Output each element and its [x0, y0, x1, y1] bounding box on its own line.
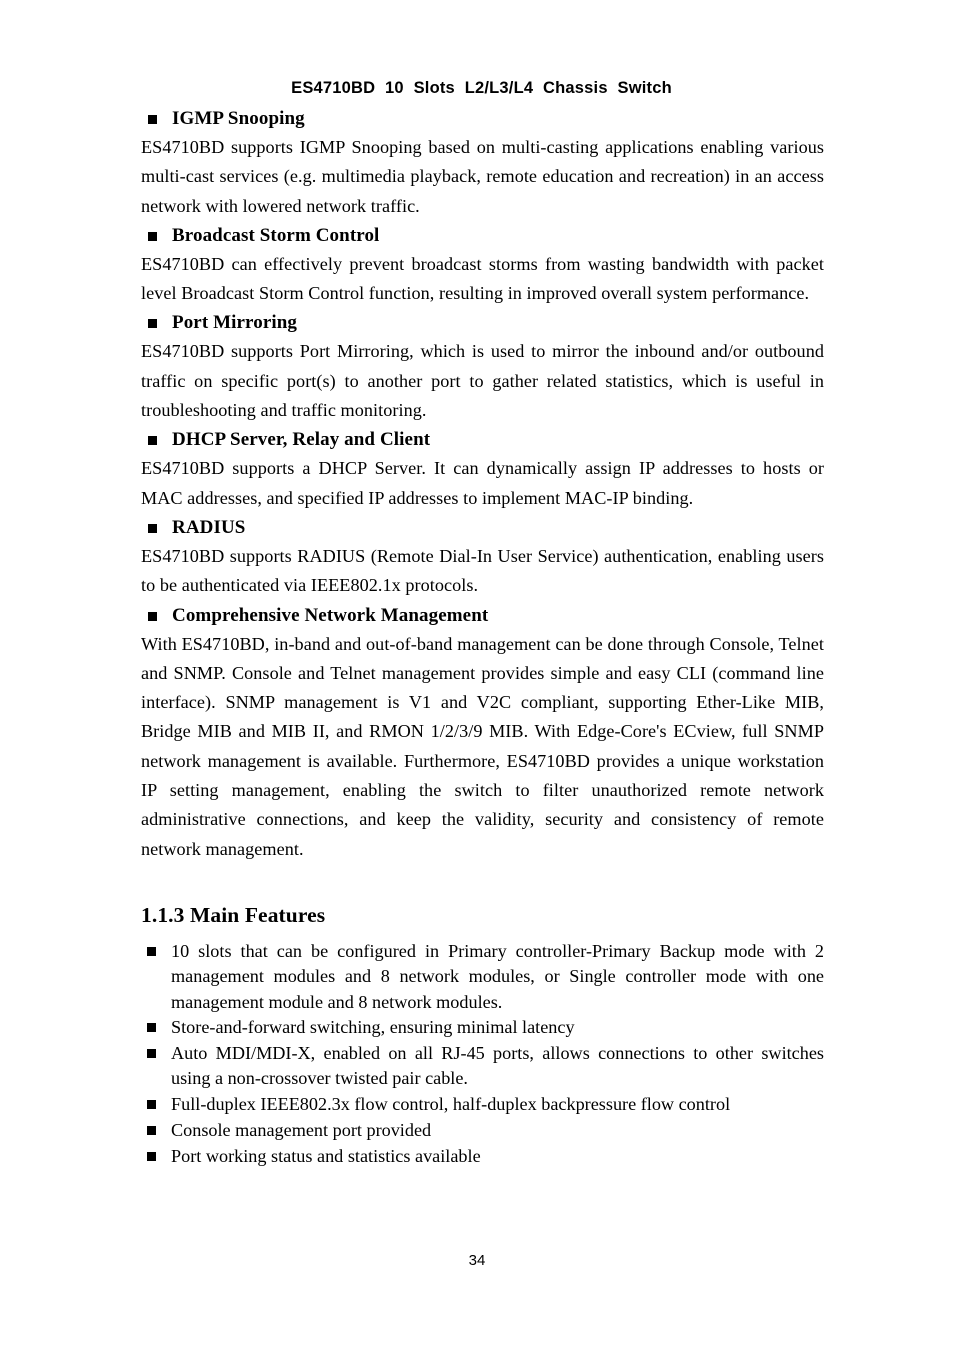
main-features-list: 10 slots that can be configured in Prima… — [141, 939, 824, 1169]
square-bullet-icon — [147, 1100, 156, 1110]
square-bullet-icon — [147, 1023, 156, 1033]
feature-heading-broadcast-storm-control: Broadcast Storm Control — [141, 221, 824, 250]
square-bullet-icon — [148, 319, 157, 329]
square-bullet-icon — [147, 1049, 156, 1059]
feature-heading-label: DHCP Server, Relay and Client — [172, 429, 431, 451]
feature-body-igmp-snooping: ES4710BD supports IGMP Snooping based on… — [141, 137, 824, 216]
feature-heading-comprehensive-network-management: Comprehensive Network Management — [141, 601, 824, 630]
list-item-label: 10 slots that can be configured in Prima… — [171, 940, 824, 1012]
square-bullet-icon — [148, 115, 157, 124]
feature-heading-port-mirroring: Port Mirroring — [141, 308, 824, 337]
square-bullet-icon — [147, 1151, 156, 1161]
feature-heading-radius: RADIUS — [141, 513, 824, 542]
square-bullet-icon — [148, 611, 157, 621]
running-header: ES4710BD 10 Slots L2/L3/L4 Chassis Switc… — [291, 79, 672, 97]
feature-heading-igmp-snooping: IGMP Snooping — [141, 104, 824, 133]
document-page: ES4710BD 10 Slots L2/L3/L4 Chassis Switc… — [0, 0, 954, 1351]
list-item: Console management port provided — [141, 1118, 824, 1143]
square-bullet-icon — [148, 231, 157, 241]
document-content: IGMP Snooping ES4710BD supports IGMP Sno… — [141, 104, 824, 1170]
feature-heading-label: Broadcast Storm Control — [172, 224, 380, 246]
list-item: Port working status and statistics avail… — [141, 1144, 824, 1169]
square-bullet-icon — [147, 1126, 156, 1136]
list-item-label: Store-and-forward switching, ensuring mi… — [171, 1017, 575, 1038]
square-bullet-icon — [148, 436, 157, 446]
feature-heading-label: Comprehensive Network Management — [172, 604, 489, 626]
feature-body-radius: ES4710BD supports RADIUS (Remote Dial-In… — [141, 545, 824, 596]
square-bullet-icon — [147, 946, 156, 956]
square-bullet-icon — [148, 523, 157, 533]
list-item: Auto MDI/MDI-X, enabled on all RJ-45 por… — [141, 1041, 824, 1092]
list-item: Full-duplex IEEE802.3x flow control, hal… — [141, 1092, 824, 1117]
feature-heading-label: Port Mirroring — [172, 312, 298, 334]
page-number: 34 — [468, 1252, 486, 1269]
feature-heading-label: RADIUS — [172, 516, 246, 538]
list-item-label: Auto MDI/MDI-X, enabled on all RJ-45 por… — [171, 1043, 824, 1089]
list-item-label: Console management port provided — [171, 1120, 432, 1141]
section-heading-main-features: 1.1.3 Main Features — [141, 902, 326, 927]
feature-body-comprehensive-network-management: With ES4710BD, in-band and out-of-band m… — [141, 633, 824, 859]
section-gap-below-heading — [141, 930, 824, 939]
list-item: 10 slots that can be configured in Prima… — [141, 939, 824, 1015]
feature-heading-dhcp-server-relay-client: DHCP Server, Relay and Client — [141, 425, 824, 454]
feature-heading-label: IGMP Snooping — [172, 108, 305, 129]
list-item: Store-and-forward switching, ensuring mi… — [141, 1015, 824, 1040]
list-item-label: Port working status and statistics avail… — [171, 1145, 481, 1166]
feature-body-dhcp-server-relay-client: ES4710BD supports a DHCP Server. It can … — [141, 458, 824, 508]
list-item-label: Full-duplex IEEE802.3x flow control, hal… — [171, 1094, 731, 1115]
feature-body-broadcast-storm-control: ES4710BD can effectively prevent broadca… — [141, 253, 824, 304]
feature-body-port-mirroring: ES4710BD supports Port Mirroring, which … — [141, 341, 824, 421]
